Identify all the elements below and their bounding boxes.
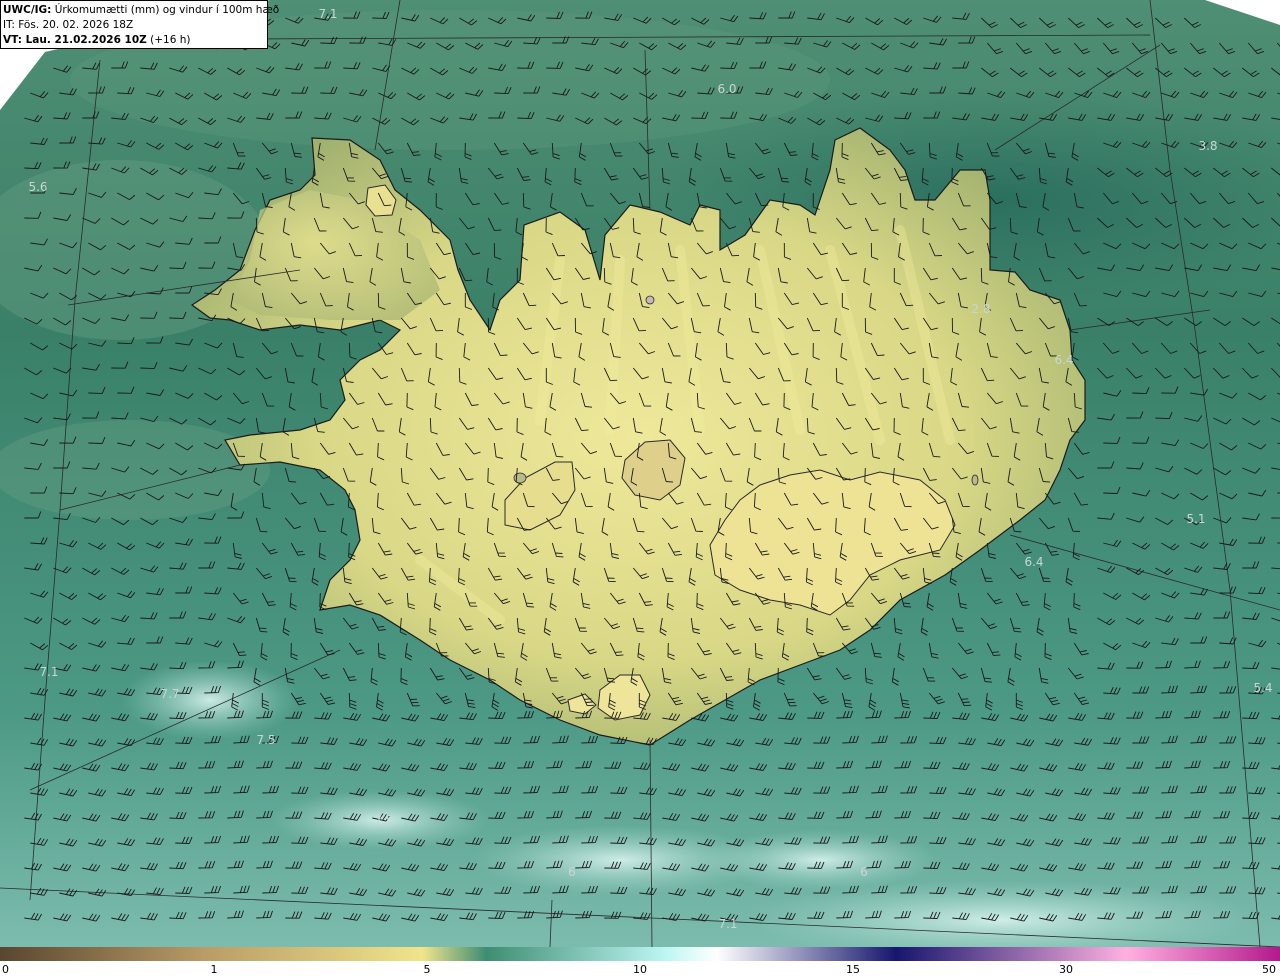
colorbar-tick-label: 0 xyxy=(2,963,9,976)
precip-value-label: 5.6 xyxy=(28,180,47,194)
precip-value-label: 2.8 xyxy=(971,302,990,316)
precip-value-label: 7.5 xyxy=(374,813,393,827)
precipitation-map: 7.1 6.0 3.8 5.6 2.8 6.4 5.1 6.4 7.1 7.7 7.5 5.4 7.5 6… xyxy=(0,0,1280,947)
precip-value-label: 7.5 xyxy=(256,733,275,747)
precip-value-label: 6.4 xyxy=(1024,555,1043,569)
ocean-bright-patch-1 xyxy=(120,660,300,740)
colorbar-tick-label: 5 xyxy=(423,963,431,976)
product-title: Úrkomumætti (mm) og vindur í 100m hæð xyxy=(54,4,280,16)
lagarfljot xyxy=(971,474,979,486)
colorbar-tick-label: 1 xyxy=(210,963,218,976)
ocean-bright-patch-4 xyxy=(700,830,940,890)
product-line: UWC/IG: Úrkomumætti (mm) og vindur í 100… xyxy=(3,3,279,18)
map-legend-box: UWC/IG: Úrkomumætti (mm) og vindur í 100… xyxy=(0,0,279,49)
precip-value-label: 7.7 xyxy=(160,687,179,701)
precip-colorbar xyxy=(0,947,1280,961)
product-code: UWC/IG: xyxy=(3,4,52,16)
precip-value-label: 5.4 xyxy=(1253,681,1272,695)
precip-value-label: 5.1 xyxy=(1186,512,1205,526)
precip-value-label: 7.1 xyxy=(318,7,337,21)
ocean-patch-w xyxy=(0,420,270,520)
precip-value-label: 3.8 xyxy=(1198,139,1217,153)
lake-myvatn xyxy=(645,295,655,305)
colorbar-tick-label: 10 xyxy=(633,963,647,976)
valid-time: VT: Lau. 21.02.2026 10Z xyxy=(3,34,147,46)
colorbar-tick-label: 15 xyxy=(846,963,860,976)
colorbar-tick-label: 30 xyxy=(1059,963,1073,976)
init-time: IT: Fös. 20. 02. 2026 18Z xyxy=(3,19,134,31)
precip-value-label: 7.1 xyxy=(718,917,737,931)
precip-value-label: 6.4 xyxy=(1054,353,1073,367)
precip-value-label: 6 xyxy=(860,865,868,879)
precip-value-label: 6 xyxy=(568,865,576,879)
colorbar-tick-label: 50 xyxy=(1262,963,1276,976)
valid-offset: (+16 h) xyxy=(150,34,191,46)
colorbar-tick-labels: 0 1 5 10 15 30 50 xyxy=(0,961,1280,978)
precip-value-label: 6.0 xyxy=(717,82,736,96)
precip-value-label: 7.1 xyxy=(39,665,58,679)
valid-line: VT: Lau. 21.02.2026 10Z (+16 h) xyxy=(3,33,267,48)
